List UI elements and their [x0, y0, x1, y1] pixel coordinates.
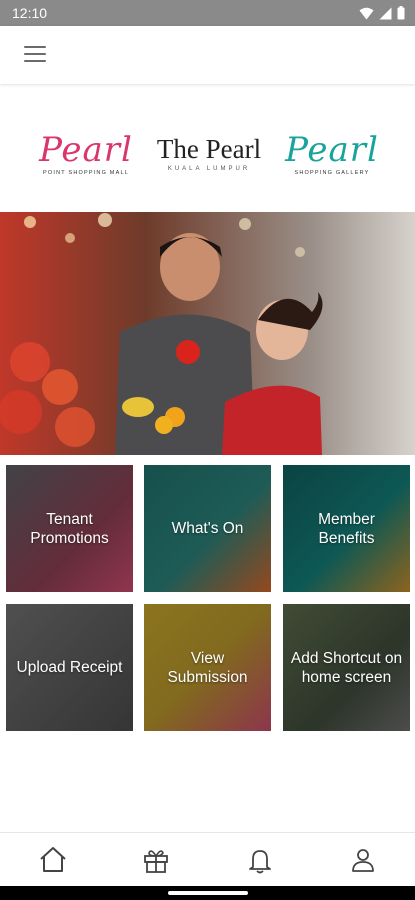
- gift-icon[interactable]: [141, 845, 171, 875]
- tile-add-shortcut-label: Add Shortcut on home screen: [290, 649, 403, 686]
- wifi-icon: [359, 7, 374, 19]
- tile-view-submission[interactable]: View Submission: [144, 604, 271, 731]
- logo-the-pearl: The Pearl KUALA LUMPUR: [150, 132, 268, 172]
- status-bar: 12:10: [0, 0, 415, 26]
- tile-upload-receipt-label: Upload Receipt: [16, 659, 123, 676]
- logo-pearl-gallery: Pearl SHOPPING GALLERY: [278, 132, 386, 176]
- tile-member-benefits[interactable]: Member Benefits: [283, 465, 410, 592]
- tile-member-benefits-label: Member Benefits: [318, 510, 375, 547]
- logo-pearl-point: Pearl POINT SHOPPING MALL: [32, 132, 140, 176]
- logo-the-pearl-tagline: KUALA LUMPUR: [167, 166, 251, 172]
- hero-banner-image: [0, 212, 415, 455]
- user-icon[interactable]: [348, 845, 378, 875]
- tile-tenant-promotions-label: Tenant Promotions: [30, 510, 109, 547]
- signal-icon: [379, 7, 392, 19]
- status-time: 12:10: [12, 5, 48, 21]
- bottom-navigation: [0, 832, 415, 887]
- logo-pearl-gallery-name: Pearl: [285, 130, 379, 170]
- logo-pearl-point-name: Pearl: [39, 130, 133, 170]
- tile-view-submission-label: View Submission: [167, 649, 248, 686]
- home-icon[interactable]: [38, 845, 68, 875]
- tile-whats-on[interactable]: What's On: [144, 465, 271, 592]
- battery-icon: [397, 6, 405, 20]
- hamburger-menu-icon[interactable]: [24, 46, 46, 64]
- tile-tenant-promotions[interactable]: Tenant Promotions: [6, 465, 133, 592]
- logo-the-pearl-name: The Pearl: [156, 134, 262, 164]
- hero-illustration: [0, 212, 415, 455]
- mall-logos: Pearl POINT SHOPPING MALL The Pearl KUAL…: [0, 118, 415, 188]
- home-gesture-pill[interactable]: [168, 891, 248, 895]
- tile-add-shortcut[interactable]: Add Shortcut on home screen: [283, 604, 410, 731]
- tile-whats-on-label: What's On: [171, 520, 244, 537]
- bell-icon[interactable]: [245, 845, 275, 875]
- logo-pearl-gallery-tagline: SHOPPING GALLERY: [294, 170, 370, 176]
- logo-pearl-point-tagline: POINT SHOPPING MALL: [43, 170, 129, 176]
- tile-upload-receipt[interactable]: Upload Receipt: [6, 604, 133, 731]
- app-header: [0, 26, 415, 84]
- status-icons: [359, 6, 405, 20]
- system-navigation-bar: [0, 886, 415, 900]
